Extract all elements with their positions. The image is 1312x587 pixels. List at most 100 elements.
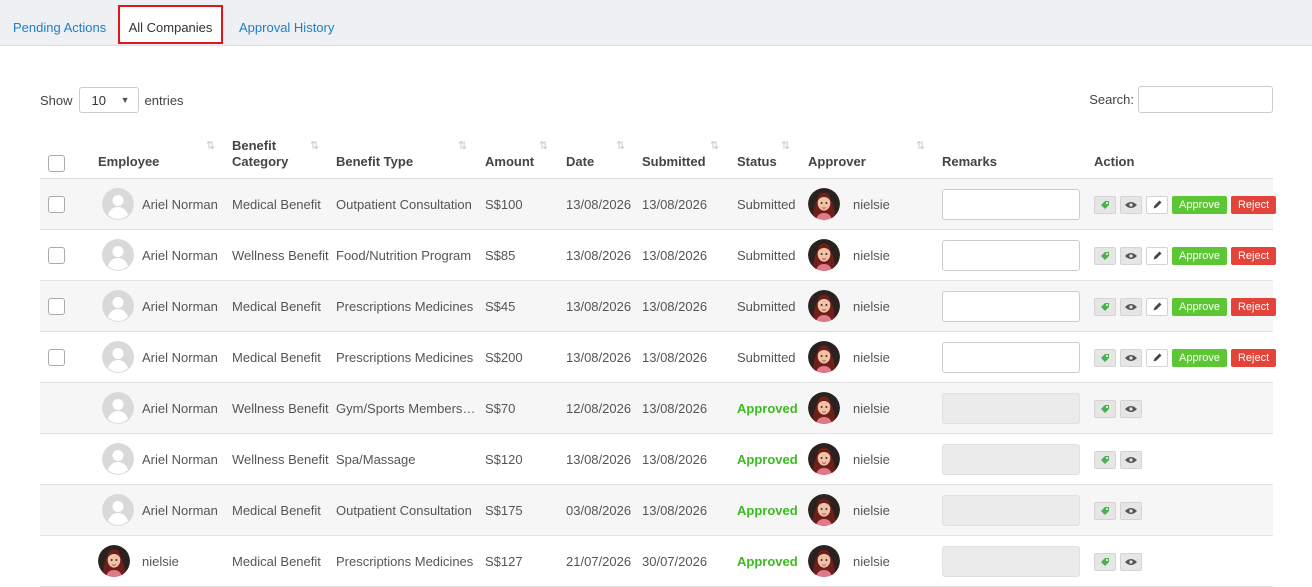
sort-icon[interactable]: ⇅ xyxy=(616,139,625,152)
sort-icon[interactable]: ⇅ xyxy=(916,139,925,152)
header-status[interactable]: Status xyxy=(737,154,777,170)
sort-icon[interactable]: ⇅ xyxy=(310,139,319,152)
claim-date: 13/08/2026 xyxy=(566,248,632,263)
claim-date: 13/08/2026 xyxy=(566,350,632,365)
reject-button[interactable]: Reject xyxy=(1230,298,1277,316)
header-employee[interactable]: Employee xyxy=(98,154,159,170)
employee-name[interactable]: Ariel Norman xyxy=(142,332,218,383)
status-text: Approved xyxy=(737,554,798,569)
remarks-input[interactable] xyxy=(942,291,1080,322)
approve-button[interactable]: Approve xyxy=(1172,298,1227,316)
employee-name[interactable]: Ariel Norman xyxy=(142,485,218,536)
tag-icon[interactable] xyxy=(1094,349,1116,367)
tag-icon[interactable] xyxy=(1094,451,1116,469)
pencil-icon[interactable] xyxy=(1146,247,1168,265)
approver-avatar xyxy=(808,290,840,322)
approver-avatar xyxy=(808,392,840,424)
benefit-type: Spa/Massage xyxy=(336,452,416,467)
approver-name: nielsie xyxy=(853,503,890,518)
header-amount[interactable]: Amount xyxy=(485,154,534,170)
amount: S$45 xyxy=(485,299,516,314)
employee-name[interactable]: Ariel Norman xyxy=(142,179,218,230)
tab-pending-actions[interactable]: Pending Actions xyxy=(13,0,106,46)
status-text: Submitted xyxy=(737,197,796,212)
sort-icon[interactable]: ⇅ xyxy=(458,139,467,152)
remarks-input xyxy=(942,393,1080,424)
employee-avatar xyxy=(102,443,134,475)
eye-icon[interactable] xyxy=(1120,553,1142,571)
tab-all-companies[interactable]: All Companies xyxy=(118,5,223,44)
employee-avatar xyxy=(102,392,134,424)
eye-icon[interactable] xyxy=(1120,400,1142,418)
search-input[interactable] xyxy=(1138,86,1273,113)
eye-icon[interactable] xyxy=(1120,247,1142,265)
sort-icon[interactable]: ⇅ xyxy=(710,139,719,152)
tab-approval-history[interactable]: Approval History xyxy=(239,0,334,46)
claim-date: 21/07/2026 xyxy=(566,554,632,569)
header-submitted[interactable]: Submitted xyxy=(642,154,706,170)
eye-icon[interactable] xyxy=(1120,196,1142,214)
reject-button[interactable]: Reject xyxy=(1230,196,1277,214)
table-row: nielsie Medical Benefit Prescriptions Medi… xyxy=(40,536,1273,587)
eye-icon[interactable] xyxy=(1120,298,1142,316)
row-checkbox[interactable] xyxy=(48,349,65,366)
employee-avatar xyxy=(102,341,134,373)
claim-date: 13/08/2026 xyxy=(566,299,632,314)
amount: S$200 xyxy=(485,350,523,365)
tag-icon[interactable] xyxy=(1094,247,1116,265)
employee-name[interactable]: nielsie xyxy=(142,536,179,587)
reject-button[interactable]: Reject xyxy=(1230,247,1277,265)
remarks-input[interactable] xyxy=(942,189,1080,220)
row-checkbox[interactable] xyxy=(48,298,65,315)
benefit-category: Medical Benefit xyxy=(232,503,321,518)
tag-icon[interactable] xyxy=(1094,196,1116,214)
header-benefit-category[interactable]: Benefit Category xyxy=(232,138,302,170)
tag-icon[interactable] xyxy=(1094,502,1116,520)
approve-button[interactable]: Approve xyxy=(1172,196,1227,214)
select-all-checkbox[interactable] xyxy=(48,155,65,172)
approver-name: nielsie xyxy=(853,401,890,416)
employee-name[interactable]: Ariel Norman xyxy=(142,383,218,434)
pencil-icon[interactable] xyxy=(1146,349,1168,367)
header-benefit-type[interactable]: Benefit Type xyxy=(336,154,413,170)
pencil-icon[interactable] xyxy=(1146,298,1168,316)
claim-date: 13/08/2026 xyxy=(566,452,632,467)
employee-avatar xyxy=(98,545,130,577)
remarks-input[interactable] xyxy=(942,342,1080,373)
header-approver[interactable]: Approver xyxy=(808,154,866,170)
employee-avatar xyxy=(102,239,134,271)
row-checkbox[interactable] xyxy=(48,196,65,213)
tag-icon[interactable] xyxy=(1094,400,1116,418)
eye-icon[interactable] xyxy=(1120,349,1142,367)
table-header: Employee ⇅ Benefit Category ⇅ Benefit Ty… xyxy=(40,128,1273,179)
submitted-date: 13/08/2026 xyxy=(642,197,708,212)
employee-name[interactable]: Ariel Norman xyxy=(142,230,218,281)
reject-button[interactable]: Reject xyxy=(1230,349,1277,367)
employee-name[interactable]: Ariel Norman xyxy=(142,434,218,485)
eye-icon[interactable] xyxy=(1120,502,1142,520)
tag-icon[interactable] xyxy=(1094,298,1116,316)
remarks-input[interactable] xyxy=(942,240,1080,271)
sort-icon[interactable]: ⇅ xyxy=(539,139,548,152)
approve-button[interactable]: Approve xyxy=(1172,247,1227,265)
remarks-input xyxy=(942,546,1080,577)
claim-date: 13/08/2026 xyxy=(566,197,632,212)
benefit-type: Outpatient Consultation xyxy=(336,197,472,212)
pencil-icon[interactable] xyxy=(1146,196,1168,214)
sort-icon[interactable]: ⇅ xyxy=(781,139,790,152)
row-actions xyxy=(1094,502,1142,520)
employee-name[interactable]: Ariel Norman xyxy=(142,281,218,332)
row-checkbox[interactable] xyxy=(48,247,65,264)
show-label: Show xyxy=(40,92,73,108)
tag-icon[interactable] xyxy=(1094,553,1116,571)
amount: S$70 xyxy=(485,401,516,416)
header-date[interactable]: Date xyxy=(566,154,594,170)
entries-select[interactable]: 10 ▼ xyxy=(78,87,139,113)
approve-button[interactable]: Approve xyxy=(1172,349,1227,367)
submitted-date: 13/08/2026 xyxy=(642,452,708,467)
table-row: Ariel Norman Wellness Benefit Gym/Sports M… xyxy=(40,383,1273,434)
row-actions: Approve Reject xyxy=(1094,349,1277,367)
sort-icon[interactable]: ⇅ xyxy=(206,139,215,152)
eye-icon[interactable] xyxy=(1120,451,1142,469)
row-actions: Approve Reject xyxy=(1094,196,1277,214)
